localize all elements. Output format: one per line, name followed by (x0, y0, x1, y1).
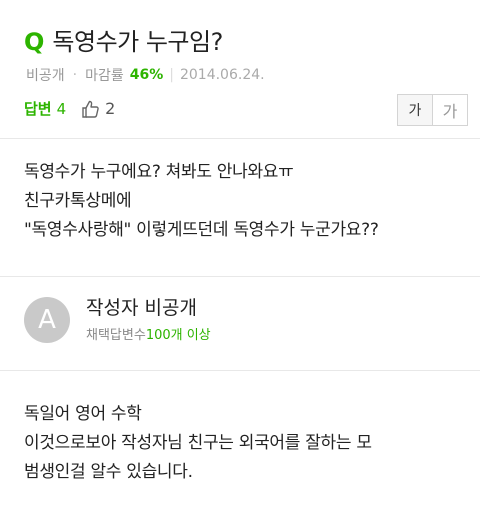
meta-divider: | (169, 67, 174, 83)
divider (0, 138, 480, 139)
question-author: 비공개 (26, 68, 65, 84)
answer-body-line: 독일어 영어 수학 (24, 404, 142, 424)
answer-header: A 작성자 비공개 채택답변수100개 이상 (24, 296, 211, 343)
adopted-answers-label: 채택답변수 (86, 328, 146, 343)
page: Q 독영수가 누구임? 비공개 · 마감률 46% | 2014.06.24. … (0, 0, 480, 509)
answer-body-line: 이것으로보아 작성자님 친구는 외국어를 잘하는 모 (24, 433, 372, 453)
answer-body: 독일어 영어 수학 이것으로보아 작성자님 친구는 외국어를 잘하는 모 범생인… (24, 400, 372, 487)
closing-rate-value: 46% (129, 67, 164, 83)
font-size-large-button[interactable]: 가 (433, 94, 468, 126)
thumbs-up-icon[interactable] (80, 99, 100, 119)
question-body-line: "독영수사랑해" 이렇게뜨던데 독영수가 누군가요?? (24, 220, 379, 240)
answer-author-name: 작성자 비공개 (86, 297, 197, 319)
answer-author-stat: 채택답변수100개 이상 (86, 324, 211, 343)
adopted-answers-value: 100개 이상 (145, 328, 211, 343)
divider (0, 276, 480, 277)
answer-author-info: 작성자 비공개 채택답변수100개 이상 (86, 296, 211, 343)
question-title: 독영수가 누구임? (52, 28, 223, 56)
answers-label[interactable]: 답변 (24, 98, 52, 119)
answer-body-line: 범생인걸 알수 있습니다. (24, 462, 193, 482)
answers-count[interactable]: 4 (57, 100, 67, 118)
question-body-line: 친구카톡상메에 (24, 191, 132, 211)
question-title-row: Q 독영수가 누구임? (24, 30, 223, 54)
avatar: A (24, 296, 70, 343)
font-size-controls: 가 가 (397, 94, 468, 126)
question-icon: Q (24, 28, 45, 56)
like-count: 2 (105, 99, 116, 118)
font-size-small-button[interactable]: 가 (397, 94, 433, 126)
question-meta: 비공개 · 마감률 46% | 2014.06.24. (26, 65, 265, 85)
question-body-line: 독영수가 누구에요? 쳐봐도 안나와요ㅠ (24, 162, 294, 182)
meta-separator: · (72, 67, 78, 83)
question-body: 독영수가 누구에요? 쳐봐도 안나와요ㅠ 친구카톡상메에 "독영수사랑해" 이렇… (24, 158, 379, 245)
closing-rate-label: 마감률 (85, 68, 124, 84)
divider (0, 370, 480, 371)
question-date: 2014.06.24. (179, 67, 265, 83)
question-stats: 답변 4 2 (24, 98, 115, 119)
